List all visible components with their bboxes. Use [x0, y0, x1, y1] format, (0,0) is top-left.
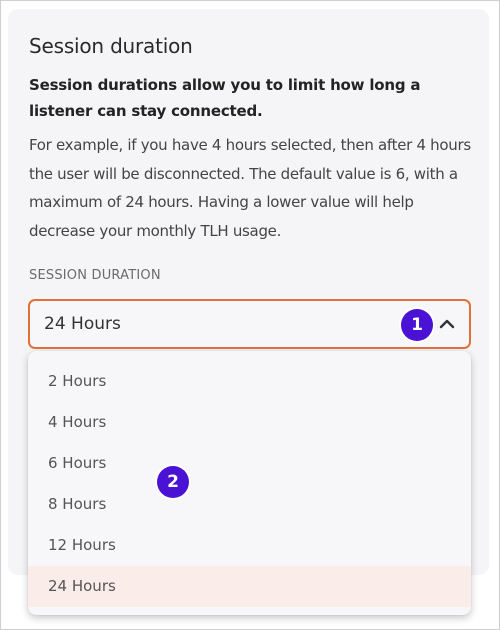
step-marker-1: 1: [401, 309, 433, 341]
section-title: Session duration: [29, 34, 193, 58]
session-duration-value: 24 Hours: [44, 314, 121, 334]
session-duration-options-menu: 2 Hours 4 Hours 6 Hours 8 Hours 12 Hours…: [28, 351, 471, 615]
section-lead-text: Session durations allow you to limit how…: [29, 76, 421, 120]
screenshot-frame: Session duration Session durations allow…: [0, 0, 500, 630]
chevron-up-icon[interactable]: [438, 315, 456, 333]
step-marker-2: 2: [157, 466, 189, 498]
option-4-hours[interactable]: 4 Hours: [28, 402, 471, 443]
option-8-hours[interactable]: 8 Hours: [28, 484, 471, 525]
section-description: For example, if you have 4 hours selecte…: [29, 136, 471, 240]
option-6-hours[interactable]: 6 Hours: [28, 443, 471, 484]
option-2-hours[interactable]: 2 Hours: [28, 361, 471, 402]
option-24-hours[interactable]: 24 Hours: [28, 566, 471, 607]
option-12-hours[interactable]: 12 Hours: [28, 525, 471, 566]
session-duration-label: SESSION DURATION: [29, 268, 161, 283]
